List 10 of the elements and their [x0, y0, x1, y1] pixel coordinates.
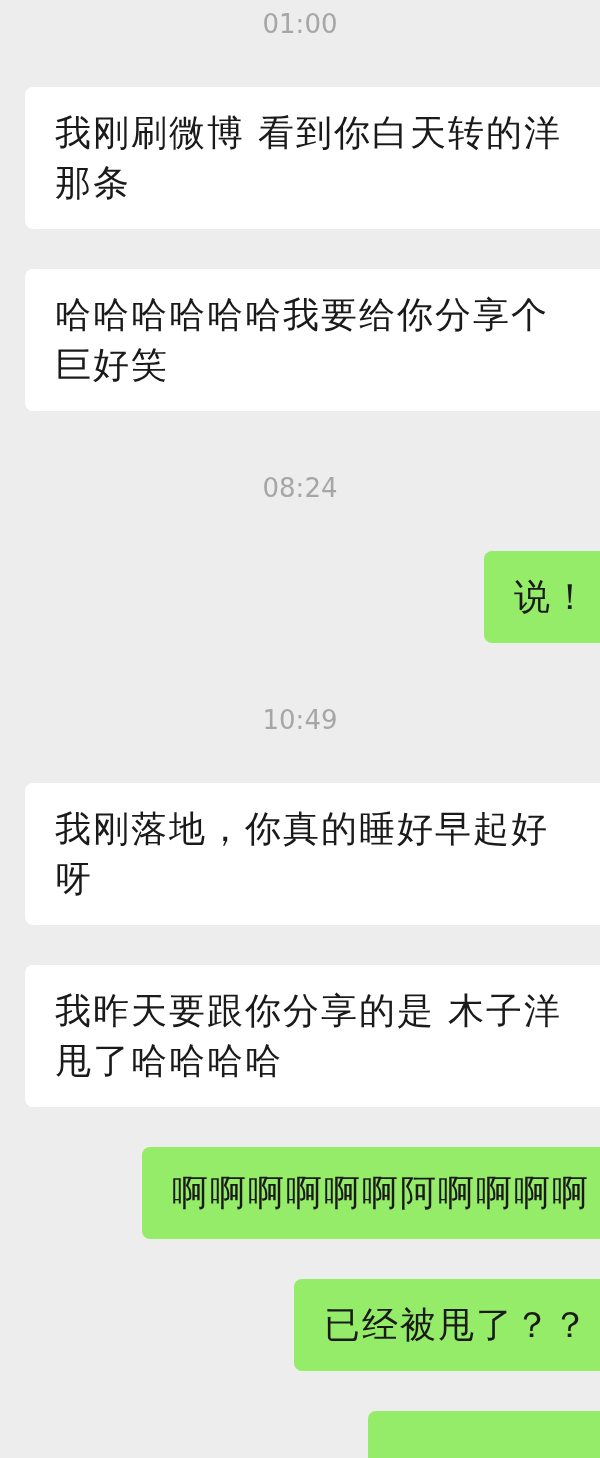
message-bubble: 已经被甩了？？ — [294, 1279, 600, 1371]
message-bubble: 哈哈哈哈哈哈我要给你分享个 巨好笑 — [25, 269, 600, 411]
timestamp: 08:24 — [262, 473, 338, 503]
timestamp: 01:00 — [262, 9, 338, 39]
timestamp: 10:49 — [262, 705, 338, 735]
message-bubble: 我刚刷微博 看到你白天转的洋 那条 — [25, 87, 600, 229]
message-bubble: 啊啊啊啊啊啊阿啊啊啊啊 — [142, 1147, 600, 1239]
message-bubble: 说！ — [484, 551, 600, 643]
message-bubble: 我昨天要跟你分享的是 木子洋 甩了哈哈哈哈 — [25, 965, 600, 1107]
message-bubble: 我刚落地，你真的睡好早起好 呀 — [25, 783, 600, 925]
